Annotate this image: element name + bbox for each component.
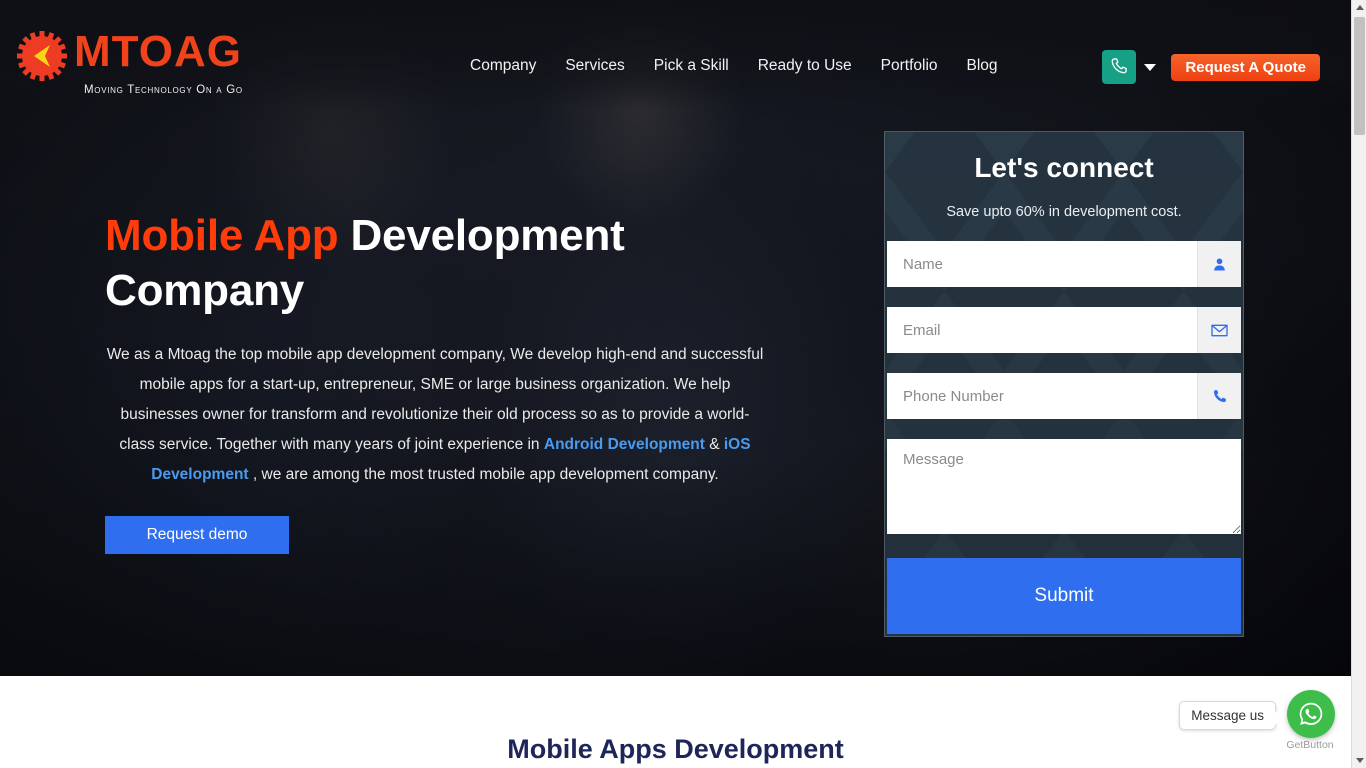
site-logo[interactable]: MTOAG Moving Technology On a Go — [16, 26, 266, 98]
scrollbar-down-arrow-icon[interactable] — [1352, 753, 1366, 768]
link-android-development[interactable]: Android Development — [544, 436, 705, 453]
hero-paragraph-amp: & — [704, 436, 724, 453]
hero-title: Mobile App Development Company — [105, 208, 785, 318]
logo-wordmark: MTOAG — [74, 27, 242, 76]
nav-item-services[interactable]: Services — [565, 53, 624, 79]
phone-field-row — [887, 373, 1241, 419]
user-icon — [1197, 241, 1241, 287]
email-input[interactable] — [887, 308, 1197, 352]
hero-content: Mobile App Development Company We as a M… — [105, 208, 785, 554]
message-textarea[interactable] — [887, 439, 1241, 534]
header-phone-button[interactable] — [1102, 50, 1137, 84]
mtoag-sun-arrow-logo-icon — [16, 30, 68, 82]
hero-paragraph-part2: , we are among the most trusted mobile a… — [248, 466, 719, 483]
message-field-row — [887, 439, 1241, 534]
site-header: MTOAG Moving Technology On a Go Company … — [0, 0, 1351, 108]
hero-title-accent: Mobile App — [105, 211, 339, 260]
name-input[interactable] — [887, 242, 1197, 286]
request-demo-button[interactable]: Request demo — [105, 516, 289, 554]
phone-input[interactable] — [887, 374, 1197, 418]
name-field-row — [887, 241, 1241, 287]
email-field-row — [887, 307, 1241, 353]
hero-paragraph: We as a Mtoag the top mobile app develop… — [105, 340, 765, 490]
nav-item-pick-a-skill[interactable]: Pick a Skill — [654, 53, 729, 79]
nav-item-blog[interactable]: Blog — [967, 53, 998, 79]
envelope-icon — [1197, 307, 1241, 353]
scrollbar-up-arrow-icon[interactable] — [1352, 0, 1366, 15]
main-navigation: Company Services Pick a Skill Ready to U… — [470, 53, 998, 79]
page-scrollbar[interactable] — [1351, 0, 1366, 768]
logo-tagline: Moving Technology On a Go — [84, 84, 243, 96]
phone-icon — [1197, 373, 1241, 419]
page-root: MTOAG Moving Technology On a Go Company … — [0, 0, 1366, 768]
panel-title: Let's connect — [974, 152, 1154, 183]
scrollbar-thumb[interactable] — [1354, 17, 1365, 135]
nav-item-portfolio[interactable]: Portfolio — [881, 53, 938, 79]
panel-content: Let's connect Save upto 60% in developme… — [885, 132, 1243, 534]
nav-item-ready-to-use[interactable]: Ready to Use — [758, 53, 852, 79]
chat-widget-brand-label: GetButton — [1286, 739, 1334, 751]
header-actions: Request A Quote — [1102, 50, 1320, 84]
lets-connect-form-panel: Let's connect Save upto 60% in developme… — [884, 131, 1244, 637]
chat-widget-tooltip[interactable]: Message us — [1179, 701, 1282, 730]
header-phone-dropdown-button[interactable] — [1136, 50, 1164, 84]
nav-item-company[interactable]: Company — [470, 53, 536, 79]
chat-widget: Message us GetButton — [1114, 685, 1344, 763]
submit-button[interactable]: Submit — [887, 558, 1241, 634]
panel-subtitle: Save upto 60% in development cost. — [946, 204, 1182, 220]
chevron-down-icon — [1144, 63, 1157, 71]
whatsapp-icon[interactable] — [1287, 690, 1335, 738]
phone-icon — [1109, 56, 1129, 79]
request-a-quote-button[interactable]: Request A Quote — [1171, 53, 1320, 81]
